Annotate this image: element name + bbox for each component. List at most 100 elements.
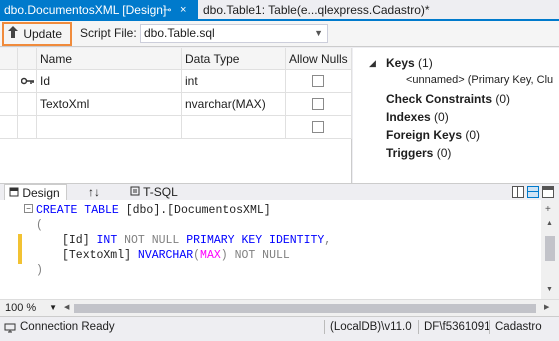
tab-documentosxml-design[interactable]: dbo.DocumentosXML [Design] ⊸ × <box>0 0 198 21</box>
vertical-scrollbar[interactable]: + ▲ ▼ <box>541 200 559 299</box>
scroll-up-icon[interactable]: ▲ <box>546 220 553 227</box>
punctuation: ) <box>220 249 228 262</box>
tab-tsql[interactable]: T-SQL <box>124 184 188 201</box>
data-type-cell[interactable]: nvarchar(MAX) <box>182 93 286 115</box>
column-name-cell[interactable] <box>37 116 182 138</box>
table-row[interactable]: Id int <box>0 70 352 93</box>
header-data-type[interactable]: Data Type <box>182 48 286 69</box>
editor-gutter: − <box>0 200 33 299</box>
change-marker <box>18 234 22 249</box>
key-column-header <box>18 48 37 69</box>
split-horizontal-icon[interactable] <box>527 186 539 198</box>
pane-tab-bar: Design ↑↓ T-SQL <box>0 183 559 201</box>
header-name[interactable]: Name <box>37 48 182 69</box>
tab-design-label: Design <box>22 186 60 200</box>
change-marker <box>18 249 22 264</box>
triggers-label: Triggers <box>386 146 434 160</box>
allow-nulls-cell <box>286 116 352 138</box>
split-vertical-icon[interactable] <box>512 186 524 198</box>
scroll-down-icon[interactable]: ▼ <box>546 286 553 293</box>
table-row[interactable] <box>0 116 352 139</box>
horizontal-scroll-thumb[interactable] <box>74 304 536 313</box>
punctuation: , <box>324 234 332 247</box>
allow-nulls-checkbox[interactable] <box>312 121 324 133</box>
scroll-left-icon[interactable]: ◀ <box>64 303 69 311</box>
update-label: Update <box>23 27 63 41</box>
keyword: NVARCHAR <box>131 249 194 262</box>
row-selector[interactable] <box>0 93 18 115</box>
identifier: [dbo].[DocumentosXML] <box>118 204 271 217</box>
code-line-3: [Id] INT NOT NULL PRIMARY KEY IDENTITY, <box>62 233 331 248</box>
status-separator <box>489 320 490 334</box>
triggers-count: (0) <box>436 146 452 160</box>
foreign-keys-label: Foreign Keys <box>386 128 463 142</box>
update-button[interactable]: Update <box>2 22 72 46</box>
allow-nulls-cell <box>286 70 352 92</box>
collapse-pane-icon[interactable] <box>542 186 554 198</box>
allow-nulls-checkbox[interactable] <box>312 98 324 110</box>
tab-table1[interactable]: dbo.Table1: Table(e...qlexpress.Cadastro… <box>199 0 439 21</box>
close-icon[interactable]: × <box>180 0 186 21</box>
script-file-label: Script File: <box>80 26 137 40</box>
row-selector[interactable] <box>0 116 18 138</box>
column-name-cell[interactable]: Id <box>37 70 182 92</box>
column-name-cell[interactable]: TextoXml <box>37 93 182 115</box>
tab-label: dbo.Table1: Table(e...qlexpress.Cadastro… <box>203 3 430 17</box>
connection-icon <box>4 321 16 341</box>
pin-icon[interactable]: ⊸ <box>163 0 171 21</box>
add-pane-icon[interactable]: + <box>545 204 551 215</box>
collapse-icon[interactable]: − <box>24 204 33 213</box>
design-icon <box>9 187 19 197</box>
punctuation: ( <box>193 249 201 262</box>
zoom-bar: 100 % ▼ ◀ ▶ <box>0 299 559 316</box>
keyword: NOT NULL <box>117 234 180 247</box>
database-name: Cadastro <box>495 321 542 333</box>
zoom-dropdown[interactable]: 100 % ▼ <box>2 301 60 316</box>
update-icon <box>8 24 20 44</box>
key-cell <box>18 116 37 138</box>
chevron-down-icon: ▼ <box>314 28 323 38</box>
scroll-thumb[interactable] <box>545 236 555 261</box>
row-header-corner <box>0 48 18 69</box>
keyword: MAX <box>200 249 221 262</box>
swap-panes-icon[interactable]: ↑↓ <box>88 184 100 201</box>
primary-key-item[interactable]: <unnamed> (Primary Key, Clu <box>406 74 553 86</box>
chevron-down-icon: ▼ <box>49 303 57 312</box>
code-line-5: ) <box>36 264 43 277</box>
data-type-cell[interactable] <box>182 116 286 138</box>
check-constraints-node[interactable]: Check Constraints (0) <box>386 92 510 106</box>
row-selector[interactable] <box>0 70 18 92</box>
tsql-editor[interactable]: − CREATE TABLE [dbo].[DocumentosXML] ( [… <box>0 200 559 299</box>
expanded-triangle-icon[interactable]: ◢ <box>369 58 376 69</box>
keys-count: (1) <box>418 56 433 70</box>
user-name: DF\f5361091 <box>424 321 491 333</box>
indexes-label: Indexes <box>386 110 431 124</box>
columns-grid: Name Data Type Allow Nulls Id int TextoX… <box>0 48 352 183</box>
identifier: [Id] <box>62 234 90 247</box>
script-file-dropdown[interactable]: dbo.Table.sql ▼ <box>140 24 328 43</box>
identifier: [TextoXml] <box>62 249 132 262</box>
header-allow-nulls[interactable]: Allow Nulls <box>286 48 352 69</box>
table-row[interactable]: TextoXml nvarchar(MAX) <box>0 93 352 116</box>
tab-design[interactable]: Design <box>4 184 67 201</box>
data-type-cell[interactable]: int <box>182 70 286 92</box>
keyword: CREATE TABLE <box>36 204 119 217</box>
indexes-node[interactable]: Indexes (0) <box>386 110 449 124</box>
triggers-node[interactable]: Triggers (0) <box>386 146 451 160</box>
allow-nulls-checkbox[interactable] <box>312 75 324 87</box>
scroll-right-icon[interactable]: ▶ <box>544 303 549 311</box>
keys-node[interactable]: Keys (1) <box>386 56 433 70</box>
connection-status: Connection Ready <box>20 321 115 333</box>
code-line-1: CREATE TABLE [dbo].[DocumentosXML] <box>36 203 271 218</box>
tab-label: dbo.DocumentosXML [Design] <box>4 3 167 17</box>
server-name: (LocalDB)\v11.0 <box>330 321 412 333</box>
code-line-2: ( <box>36 219 43 232</box>
check-constraints-label: Check Constraints <box>386 92 493 106</box>
status-bar: Connection Ready (LocalDB)\v11.0 DF\f536… <box>0 316 559 337</box>
foreign-keys-count: (0) <box>465 128 481 142</box>
table-properties-panel: ◢ Keys (1) <unnamed> (Primary Key, Clu C… <box>353 48 559 183</box>
keyword: INT <box>89 234 118 247</box>
foreign-keys-node[interactable]: Foreign Keys (0) <box>386 128 480 142</box>
keyword: NOT NULL <box>227 249 290 262</box>
zoom-level: 100 % <box>5 302 37 314</box>
